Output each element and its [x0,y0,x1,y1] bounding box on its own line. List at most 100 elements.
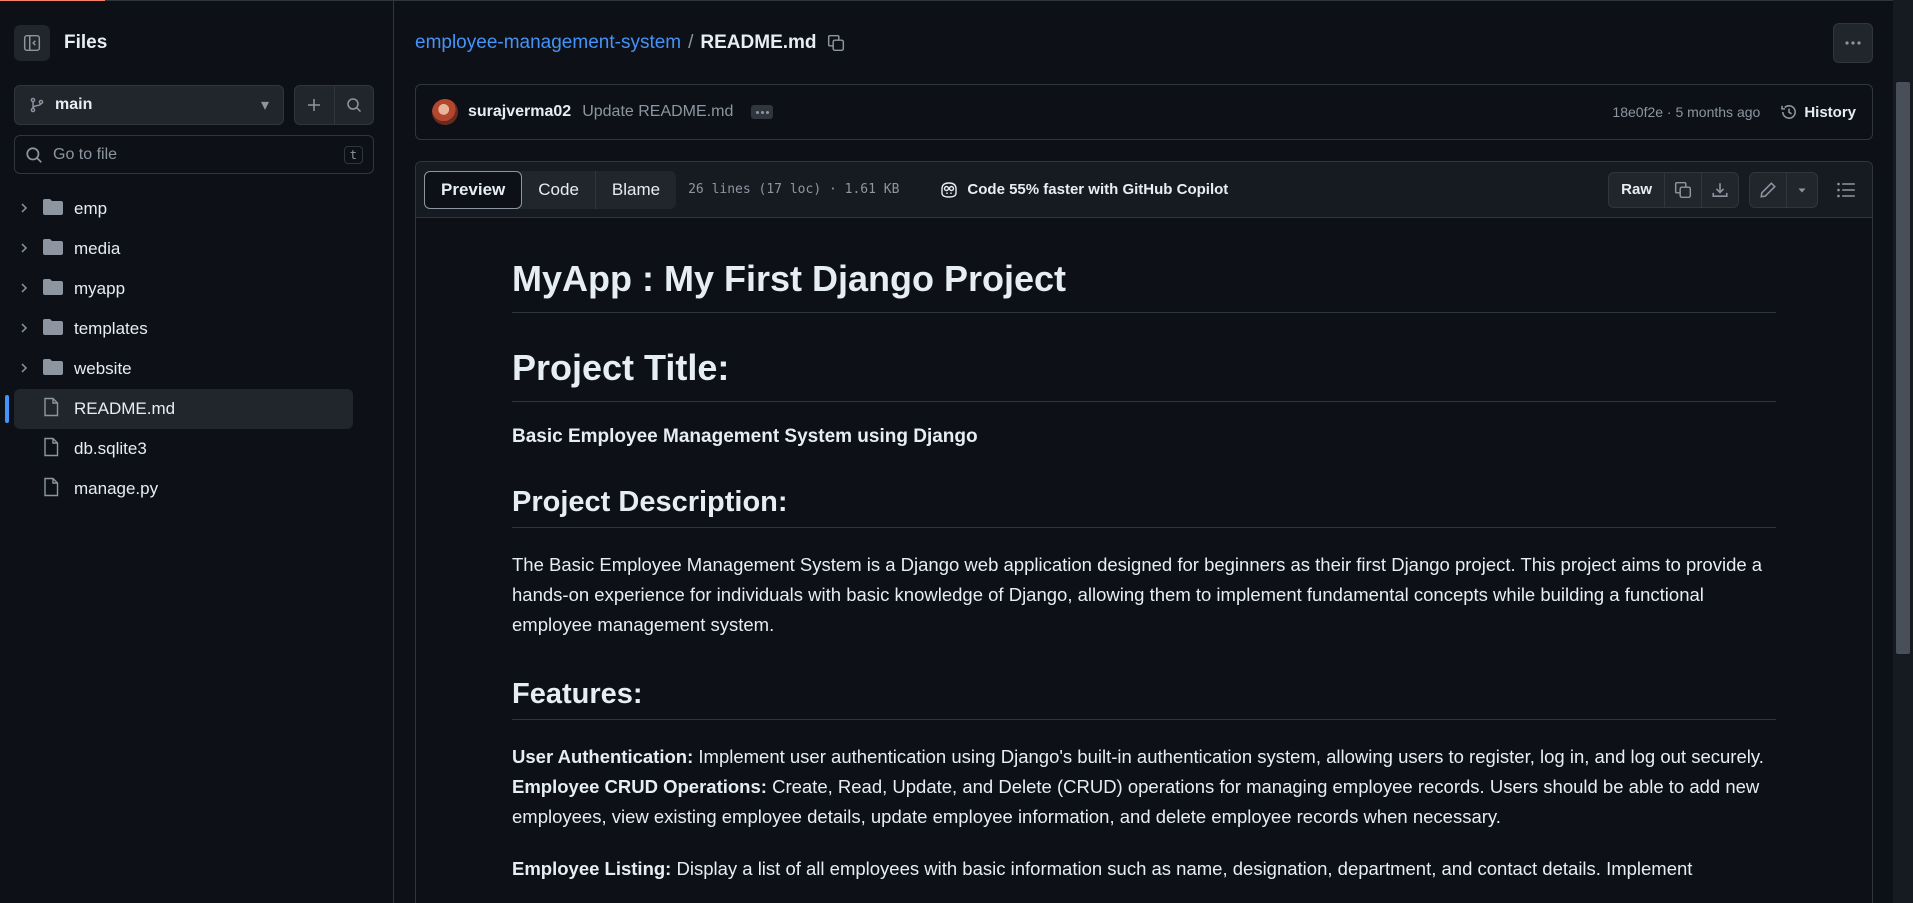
tree-item-manage-py[interactable]: manage.py [0,469,394,509]
chevron-right-icon [18,279,30,299]
file-viewer: Preview Code Blame 26 lines (17 loc) · 1… [415,161,1873,903]
file-tree: emp media myapp templates website README… [0,189,394,509]
file-size-info: 26 lines (17 loc) · 1.61 KB [688,182,900,197]
outline-button[interactable] [1828,172,1864,208]
project-title-heading: Project Title: [512,313,1776,402]
tree-item-label: emp [74,199,108,218]
git-branch-icon [30,97,44,113]
more-options-button[interactable] [1833,23,1873,63]
history-button[interactable]: History [1780,103,1856,121]
branch-name: main [55,96,93,113]
copilot-promo-link[interactable]: Code 55% faster with GitHub Copilot [939,181,1228,199]
add-file-button[interactable] [295,86,334,124]
sidebar-title: Files [64,32,108,53]
caret-down-icon: ▾ [260,97,269,114]
tab-blame[interactable]: Blame [594,170,676,209]
folder-icon [42,238,64,261]
commit-author[interactable]: surajverma02 [468,103,571,121]
chevron-right-icon [18,199,30,219]
folder-icon [42,198,64,221]
sidebar-collapse-icon [23,34,41,52]
file-icon [42,437,60,462]
feature-text: Display a list of all employees with bas… [671,858,1693,879]
tree-item-label: media [74,239,121,258]
tree-item-website[interactable]: website [0,349,394,389]
copilot-icon [941,181,958,198]
feature-label: Employee Listing: [512,858,672,879]
breadcrumb-repo-link[interactable]: employee-management-system [415,32,681,54]
tree-item-templates[interactable]: templates [0,309,394,349]
go-to-file-field: t [14,135,374,174]
file-toolbar: Raw [1608,171,1864,208]
edit-button[interactable] [1750,173,1786,207]
edit-options-button[interactable] [1786,172,1817,207]
tree-item-label: website [74,359,132,378]
branch-row: main ▾ [14,85,374,125]
tree-item-label: README.md [74,399,176,418]
list-unordered-icon [1837,182,1855,197]
view-mode-tabs: Preview Code Blame [424,170,677,209]
avatar[interactable] [432,99,458,125]
breadcrumb-file: README.md [700,32,817,53]
tab-preview[interactable]: Preview [424,170,523,209]
latest-commit-bar: surajverma02 Update README.md 18e0f2e · … [415,84,1873,140]
shortcut-key-badge: t [343,145,363,164]
tree-item-label: manage.py [74,479,159,498]
feature-label: Employee CRUD Operations: [512,776,767,797]
plus-icon [308,99,321,111]
page-scrollbar[interactable] [1893,0,1913,903]
project-description-heading: Project Description: [512,486,1776,528]
readme-content: MyApp : My First Django Project Project … [512,218,1776,884]
feature-label: User Authentication: [512,746,694,767]
breadcrumb: employee-management-system / README.md [415,32,845,54]
commit-message[interactable]: Update README.md [582,103,733,121]
chevron-right-icon [18,319,30,339]
tree-item-label: myapp [74,279,126,298]
file-actions-group [294,85,374,125]
commit-meta[interactable]: 18e0f2e · 5 months ago [1612,104,1760,120]
edit-group [1749,171,1818,208]
search-files-button[interactable] [333,86,374,124]
file-icon [42,477,60,502]
raw-copy-download-group: Raw [1608,171,1739,208]
project-title-text: Basic Employee Management System using D… [512,426,978,447]
tree-item-myapp[interactable]: myapp [0,269,394,309]
tree-item-label: db.sqlite3 [74,439,147,458]
copilot-label: Code 55% faster with GitHub Copilot [967,181,1229,198]
folder-icon [42,278,64,301]
scrollbar-thumb[interactable] [1896,82,1910,654]
features-heading: Features: [512,678,1776,720]
kebab-horizontal-icon [1845,41,1861,45]
branch-selector[interactable]: main ▾ [14,85,284,125]
chevron-right-icon [18,359,30,379]
chevron-right-icon [18,239,30,259]
tree-item-label: templates [74,319,148,338]
go-to-file-input[interactable] [53,145,344,164]
file-header: Preview Code Blame 26 lines (17 loc) · 1… [416,162,1872,218]
active-item-indicator [5,395,9,423]
copy-icon [1674,181,1692,198]
download-button[interactable] [1701,172,1738,207]
tree-item-db-sqlite3[interactable]: db.sqlite3 [0,429,394,469]
triangle-down-icon [1798,188,1806,192]
tree-item-readme[interactable]: README.md [0,389,394,429]
feature-list-paragraph: User Authentication: Implement user auth… [512,742,1776,832]
project-description-text: The Basic Employee Management System is … [512,554,1763,635]
tab-code[interactable]: Code [522,171,595,209]
tree-item-media[interactable]: media [0,229,394,269]
collapse-sidebar-button[interactable] [14,25,50,61]
raw-button[interactable]: Raw [1609,173,1664,207]
download-icon [1712,182,1728,197]
file-tree-sidebar: Files main ▾ t emp media [0,1,394,903]
readme-title: MyApp : My First Django Project [512,218,1776,313]
expand-commit-button[interactable] [751,105,774,119]
sidebar-header: Files [14,25,107,61]
copy-path-button[interactable] [827,34,845,52]
breadcrumb-separator: / [688,32,694,53]
history-label: History [1804,103,1856,121]
search-icon [347,98,361,113]
tree-item-emp[interactable]: emp [0,189,394,229]
copy-raw-button[interactable] [1664,172,1701,207]
folder-icon [42,318,64,341]
copy-icon [827,34,844,52]
